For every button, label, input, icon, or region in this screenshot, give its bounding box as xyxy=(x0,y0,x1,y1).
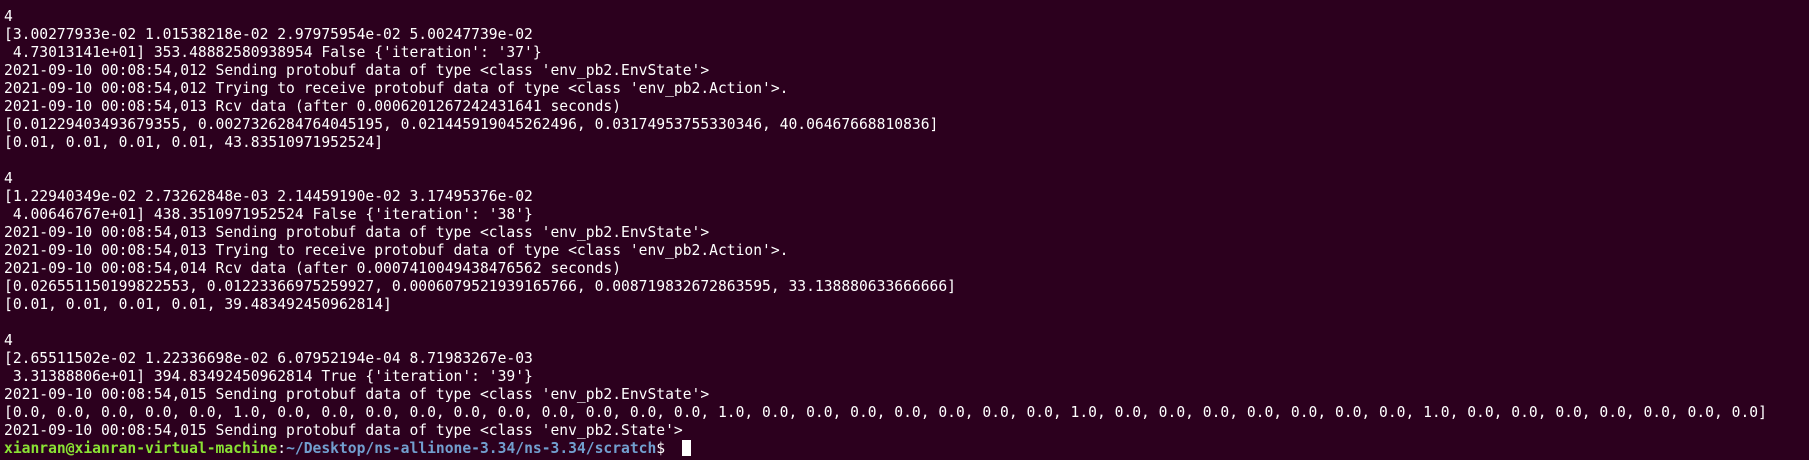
prompt-path: ~/Desktop/ns-allinone-3.34/ns-3.34/scrat… xyxy=(286,440,657,457)
output-line: 2021-09-10 00:08:54,012 Trying to receiv… xyxy=(4,80,789,97)
output-line: 2021-09-10 00:08:54,013 Sending protobuf… xyxy=(4,224,710,241)
output-line: [2.65511502e-02 1.22336698e-02 6.0795219… xyxy=(4,350,533,367)
output-line: 2021-09-10 00:08:54,013 Trying to receiv… xyxy=(4,242,789,259)
output-line: 4 xyxy=(4,170,13,187)
output-line: 2021-09-10 00:08:54,012 Sending protobuf… xyxy=(4,62,710,79)
terminal-output[interactable]: 4 [3.00277933e-02 1.01538218e-02 2.97975… xyxy=(4,8,1807,458)
output-line: [3.00277933e-02 1.01538218e-02 2.9797595… xyxy=(4,26,533,43)
output-line: [0.01, 0.01, 0.01, 0.01, 43.835109719525… xyxy=(4,134,384,151)
output-line: 4 xyxy=(4,332,13,349)
prompt-separator: : xyxy=(277,440,287,457)
prompt-user-host: xianran@xianran-virtual-machine xyxy=(4,440,278,457)
output-line: 4.00646767e+01] 438.3510971952524 False … xyxy=(4,206,533,223)
output-line: 4.73013141e+01] 353.48882580938954 False… xyxy=(4,44,542,61)
shell-prompt[interactable]: xianran@xianran-virtual-machine:~/Deskto… xyxy=(4,440,1807,458)
output-line: 2021-09-10 00:08:54,014 Rcv data (after … xyxy=(4,260,622,277)
output-line: 4 xyxy=(4,8,13,25)
output-line: 2021-09-10 00:08:54,015 Sending protobuf… xyxy=(4,386,710,403)
prompt-symbol: $ xyxy=(656,440,674,457)
output-line: [0.0, 0.0, 0.0, 0.0, 0.0, 1.0, 0.0, 0.0,… xyxy=(4,404,1767,421)
output-line: 2021-09-10 00:08:54,013 Rcv data (after … xyxy=(4,98,622,115)
output-line: 3.31388806e+01] 394.83492450962814 True … xyxy=(4,368,533,385)
output-line: [0.01229403493679355, 0.0027326284764045… xyxy=(4,116,939,133)
output-line: [0.01, 0.01, 0.01, 0.01, 39.483492450962… xyxy=(4,296,392,313)
output-line: [0.02655115019982255​3, 0.01223366975259… xyxy=(4,278,956,295)
text-cursor xyxy=(681,440,691,456)
output-line: 2021-09-10 00:08:54,015 Sending protobuf… xyxy=(4,422,683,439)
output-line: [1.22940349e-02 2.73262848e-03 2.1445919… xyxy=(4,188,533,205)
